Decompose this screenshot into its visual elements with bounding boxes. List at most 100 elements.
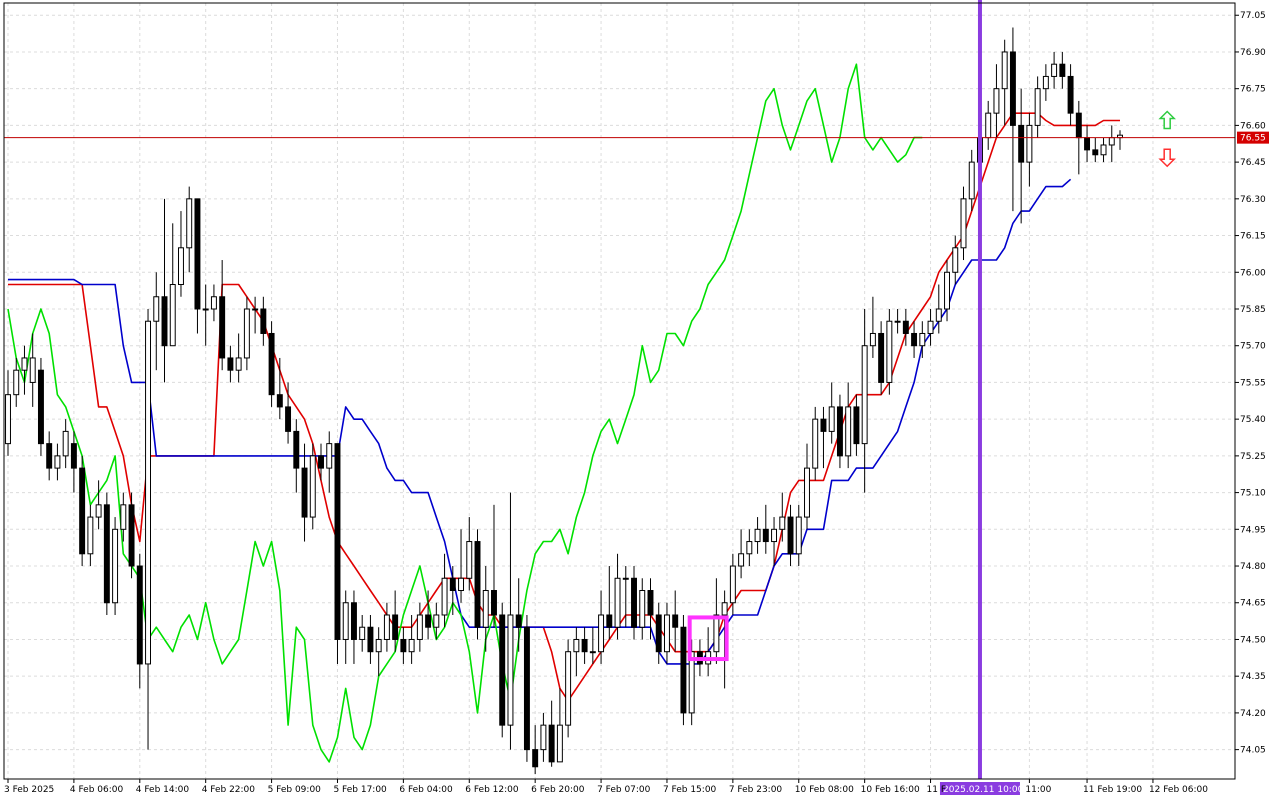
candle-body-8 bbox=[70, 443, 77, 469]
x-tick-label-15: 11:00 bbox=[1025, 785, 1051, 795]
candle-body-46 bbox=[383, 614, 390, 640]
candle-body-11 bbox=[95, 504, 102, 518]
candle-body-72 bbox=[598, 614, 605, 653]
candle-body-120 bbox=[993, 88, 1000, 114]
candle-body-108 bbox=[894, 320, 901, 323]
candle-body-9 bbox=[79, 467, 86, 555]
x-tick-label-6: 6 Feb 04:00 bbox=[399, 785, 453, 795]
candle-body-52 bbox=[433, 614, 440, 628]
y-tick-label-6: 76.15 bbox=[1240, 232, 1266, 242]
candle-body-10 bbox=[87, 516, 94, 555]
y-tick-label-9: 75.70 bbox=[1240, 342, 1266, 352]
candle-body-49 bbox=[408, 638, 415, 653]
candle-body-25 bbox=[210, 296, 217, 310]
candle-body-116 bbox=[960, 198, 967, 249]
y-tick-label-8: 75.85 bbox=[1240, 305, 1266, 315]
candle-body-17 bbox=[145, 320, 152, 665]
candle-body-76 bbox=[631, 577, 637, 628]
candle-body-107 bbox=[886, 320, 893, 383]
candle-body-109 bbox=[902, 320, 909, 334]
candle-body-110 bbox=[911, 332, 918, 347]
candle-body-45 bbox=[375, 638, 382, 653]
candle-body-59 bbox=[491, 590, 497, 616]
candle-body-42 bbox=[350, 602, 357, 640]
candle-body-19 bbox=[161, 296, 168, 347]
candle-body-100 bbox=[828, 406, 835, 432]
candle-body-95 bbox=[787, 516, 794, 555]
candle-body-133 bbox=[1100, 144, 1107, 156]
candle-body-12 bbox=[103, 504, 110, 604]
candle-body-114 bbox=[944, 271, 950, 310]
y-tick-label-17: 74.50 bbox=[1240, 635, 1266, 645]
y-tick-label-5: 76.30 bbox=[1240, 195, 1266, 205]
x-tick-label-7: 6 Feb 12:00 bbox=[465, 785, 519, 795]
candle-body-79 bbox=[655, 614, 662, 653]
candle-body-3 bbox=[29, 357, 36, 383]
candle-body-67 bbox=[556, 724, 563, 763]
candle-body-111 bbox=[919, 332, 926, 347]
x-tick-label-12: 10 Feb 08:00 bbox=[795, 785, 854, 795]
y-tick-label-4: 76.45 bbox=[1240, 158, 1266, 168]
x-tick-label-14: 11 F bbox=[927, 785, 947, 795]
candle-body-68 bbox=[565, 651, 572, 726]
candle-body-82 bbox=[680, 626, 687, 714]
candle-body-20 bbox=[169, 284, 176, 347]
candle-body-26 bbox=[219, 296, 226, 359]
candle-body-125 bbox=[1034, 88, 1041, 126]
candle-body-56 bbox=[466, 541, 473, 579]
candle-body-90 bbox=[746, 541, 753, 555]
candle-body-18 bbox=[153, 296, 160, 322]
price-chart[interactable]: 76.55 2025.02.11 10:00 77.05 76.90 76.75 76.… bbox=[0, 0, 1280, 800]
candle-body-75 bbox=[622, 577, 629, 580]
y-tick-label-12: 75.25 bbox=[1240, 452, 1266, 462]
chart-background bbox=[0, 0, 1280, 800]
candle-body-127 bbox=[1051, 63, 1058, 77]
candle-body-41 bbox=[342, 602, 349, 640]
candle-body-30 bbox=[252, 308, 259, 311]
candle-body-78 bbox=[647, 590, 654, 616]
candle-body-112 bbox=[927, 320, 934, 334]
candle-body-43 bbox=[359, 626, 366, 640]
candle-body-73 bbox=[606, 614, 613, 628]
candle-body-13 bbox=[112, 528, 119, 604]
candle-body-1 bbox=[13, 369, 20, 396]
candle-body-47 bbox=[392, 614, 399, 640]
candle-body-66 bbox=[548, 724, 555, 763]
y-tick-label-14: 74.95 bbox=[1240, 525, 1266, 535]
candle-body-61 bbox=[507, 614, 514, 726]
x-tick-label-17: 12 Feb 06:00 bbox=[1149, 785, 1208, 795]
x-tick-label-0: 3 Feb 2025 bbox=[4, 785, 54, 795]
x-tick-label-9: 7 Feb 07:00 bbox=[597, 785, 651, 795]
current-price-label: 76.55 bbox=[1240, 134, 1266, 144]
candle-body-102 bbox=[845, 406, 852, 457]
candle-body-15 bbox=[128, 504, 135, 567]
x-tick-label-3: 4 Feb 22:00 bbox=[202, 785, 256, 795]
candle-body-121 bbox=[1001, 51, 1008, 90]
candle-body-92 bbox=[762, 528, 769, 543]
candle-body-57 bbox=[474, 541, 481, 628]
candle-body-32 bbox=[268, 332, 275, 396]
candle-body-36 bbox=[301, 467, 308, 518]
candle-body-122 bbox=[1009, 51, 1016, 126]
candle-body-96 bbox=[795, 516, 802, 555]
candle-body-128 bbox=[1059, 63, 1066, 77]
y-tick-label-19: 74.20 bbox=[1240, 709, 1266, 719]
y-tick-label-2: 76.75 bbox=[1240, 85, 1266, 95]
candle-body-54 bbox=[449, 577, 456, 592]
candle-body-31 bbox=[260, 308, 267, 334]
candle-body-119 bbox=[985, 112, 992, 139]
candle-body-117 bbox=[968, 161, 975, 200]
candle-body-81 bbox=[672, 614, 679, 628]
x-tick-label-8: 6 Feb 20:00 bbox=[531, 785, 585, 795]
candle-body-63 bbox=[523, 626, 530, 751]
candle-body-134 bbox=[1108, 137, 1115, 146]
candle-body-69 bbox=[573, 638, 580, 653]
candle-body-60 bbox=[499, 614, 506, 726]
candle-body-22 bbox=[186, 198, 193, 249]
candle-body-131 bbox=[1084, 137, 1091, 151]
candle-body-91 bbox=[754, 528, 761, 543]
candle-body-50 bbox=[416, 614, 423, 640]
x-tick-label-2: 4 Feb 14:00 bbox=[136, 785, 190, 795]
candle-body-70 bbox=[581, 638, 588, 653]
y-tick-label-15: 74.80 bbox=[1240, 562, 1266, 572]
